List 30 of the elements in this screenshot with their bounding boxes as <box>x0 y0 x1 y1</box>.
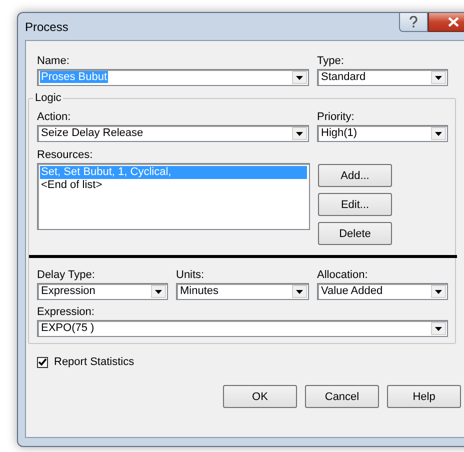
dropdown-field[interactable]: Minutes <box>176 283 309 300</box>
checkbox[interactable] <box>37 356 48 368</box>
dropdown-field[interactable]: Seize Delay Release <box>37 125 309 142</box>
dropdown-field[interactable]: Expression <box>37 283 168 300</box>
dropdown-field[interactable]: Standard <box>317 69 448 86</box>
window-title: Process <box>25 20 70 34</box>
dialog-button[interactable]: Cancel <box>305 385 379 408</box>
field-label: Name: <box>37 54 70 68</box>
field-label: Delay Type: <box>37 268 96 282</box>
field-label: Type: <box>317 54 345 68</box>
action-button[interactable]: Edit... <box>318 193 392 216</box>
field-label: Resources: <box>37 148 94 162</box>
help-icon[interactable] <box>399 13 428 32</box>
field-label: Allocation: <box>317 268 369 282</box>
action-button[interactable]: Add... <box>318 164 392 187</box>
list-item[interactable]: <End of list> <box>40 179 307 192</box>
dialog-button[interactable]: Help <box>387 385 461 408</box>
dropdown-field[interactable]: High(1) <box>317 125 448 142</box>
resources-list[interactable]: Set, Set Bubut, 1, Cyclical, <End of list> <box>37 163 310 230</box>
close-icon[interactable] <box>428 13 464 32</box>
dropdown-field[interactable]: EXPO(75 ) <box>37 320 448 337</box>
dropdown-field[interactable]: Value Added <box>317 283 448 300</box>
field-label: Expression: <box>37 305 96 319</box>
field-label: Action: <box>37 110 72 124</box>
group-title: Logic <box>33 91 64 105</box>
checkbox-label: Report Statistics <box>54 356 134 368</box>
dialog-button[interactable]: OK <box>223 385 297 408</box>
action-button[interactable]: Delete <box>318 222 392 245</box>
field-label: Units: <box>176 268 206 282</box>
field-label: Priority: <box>317 110 356 124</box>
